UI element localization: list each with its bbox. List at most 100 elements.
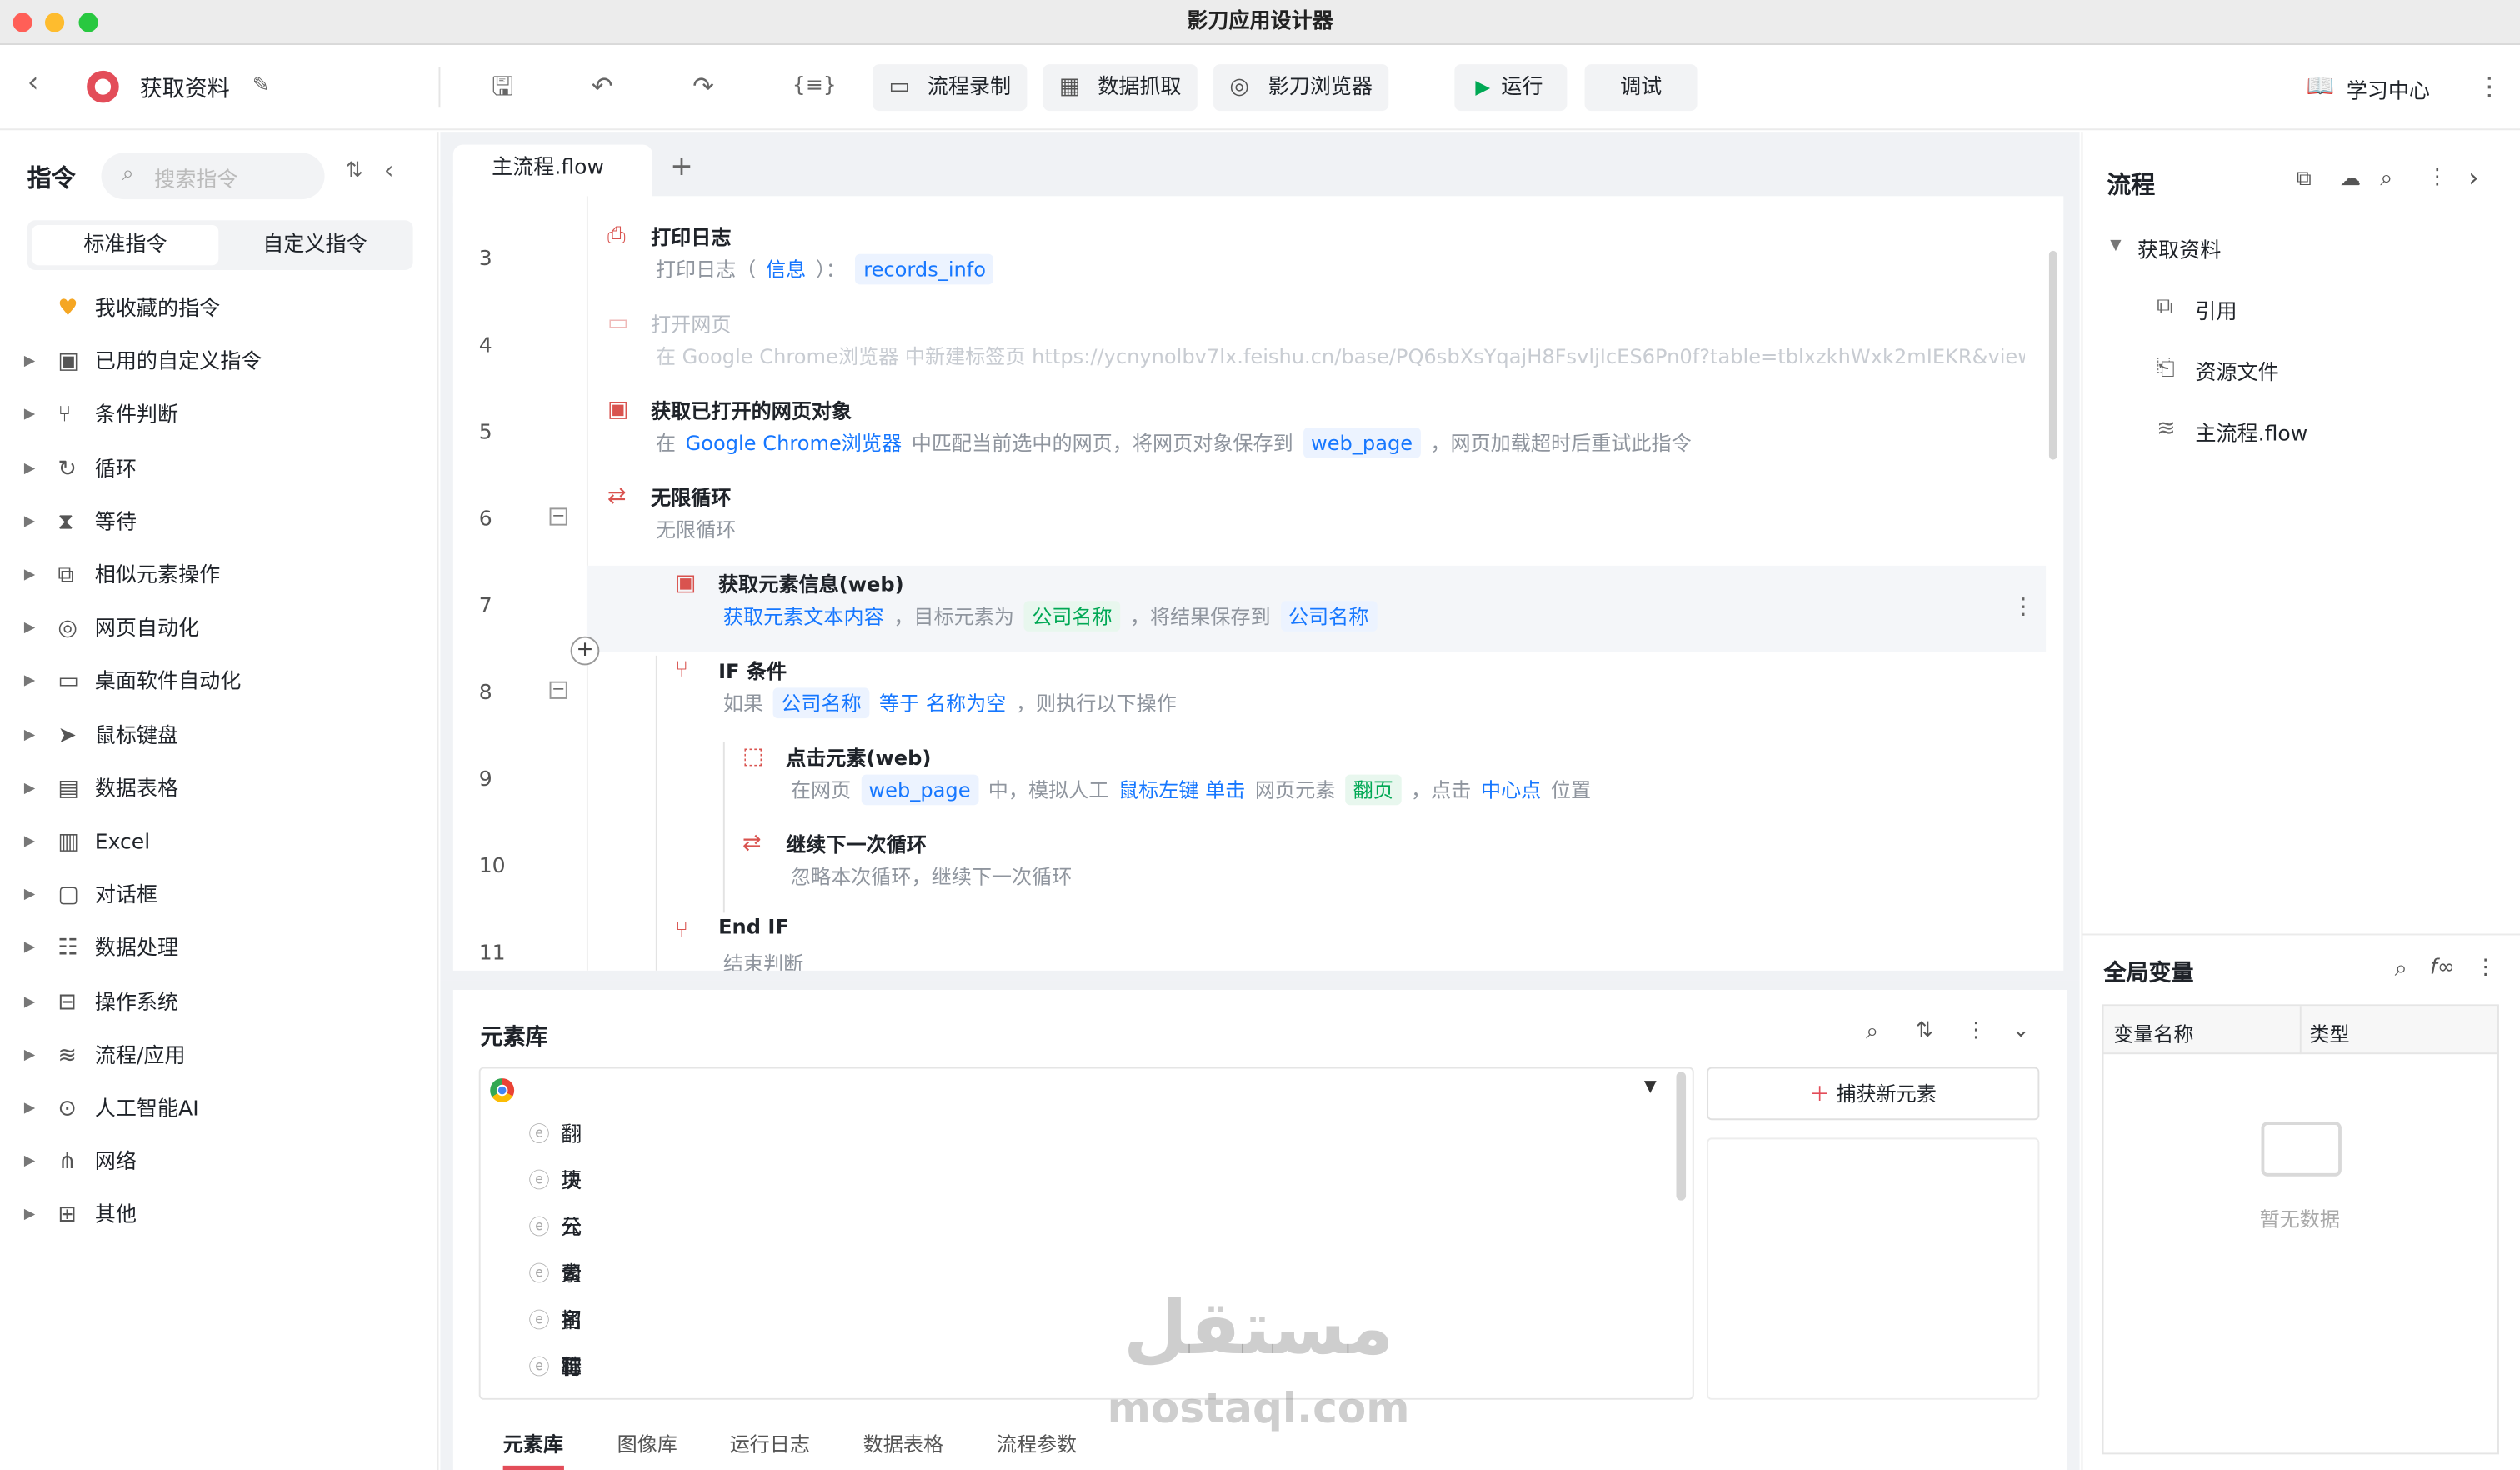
- expand-icon[interactable]: ▶: [24, 1137, 35, 1190]
- debug-button[interactable]: 调试: [1584, 64, 1698, 112]
- command-category[interactable]: ♥ 我收藏的指令: [0, 282, 438, 336]
- collapse-if-icon[interactable]: −: [549, 681, 568, 699]
- command-category[interactable]: ▶ ▢ 对话框: [0, 870, 438, 923]
- command-category[interactable]: ▶ ⧉ 相似元素操作: [0, 550, 438, 603]
- flow-step[interactable]: ⎙ 打印日志 打印日志（ 信息 ）： records_info: [588, 218, 2048, 305]
- variable-chip[interactable]: 公司名称: [772, 688, 870, 719]
- tree-expand-icon[interactable]: ▼: [2110, 238, 2121, 253]
- back-icon[interactable]: ‹: [28, 67, 39, 100]
- sort-icon[interactable]: ⇅: [1916, 1019, 1933, 1043]
- more-icon[interactable]: ⋮: [2427, 166, 2448, 190]
- search-icon[interactable]: ⌕: [2380, 166, 2392, 192]
- flow-tree-main[interactable]: 主流程.flow: [2195, 416, 2308, 447]
- expand-icon[interactable]: ▶: [24, 389, 35, 442]
- flow-step[interactable]: ⑂ IF 条件 如果 公司名称 等于 名称为空 ，则执行以下操作: [588, 652, 2048, 739]
- command-category[interactable]: ▶ ⑂ 条件判断: [0, 389, 438, 442]
- minimize-window-button[interactable]: [44, 12, 65, 32]
- redo-icon[interactable]: ↷: [692, 71, 714, 103]
- command-category[interactable]: ▶ ⧗ 等待: [0, 497, 438, 550]
- expand-icon[interactable]: ▶: [24, 763, 35, 817]
- flow-step[interactable]: ⇄ 继续下一次循环 忽略本次循环，继续下一次循环: [588, 826, 2048, 912]
- param-link[interactable]: 获取元素文本内容: [723, 604, 884, 628]
- command-category[interactable]: ▶ ⊙ 人工智能AI: [0, 1083, 438, 1137]
- save-icon[interactable]: 🖫: [492, 71, 513, 103]
- search-icon[interactable]: ⌕: [2395, 956, 2408, 982]
- expand-icon[interactable]: ▶: [24, 1083, 35, 1137]
- record-button[interactable]: ▭ 流程录制: [872, 64, 1028, 112]
- variable-chip[interactable]: records_info: [855, 253, 994, 285]
- command-category[interactable]: ▶ ≋ 流程/应用: [0, 1030, 438, 1083]
- more-icon[interactable]: ⋮: [1966, 1019, 1987, 1043]
- bottom-tab[interactable]: 数据表格: [863, 1428, 943, 1458]
- add-tab-button[interactable]: +: [670, 151, 692, 183]
- function-icon[interactable]: f∞: [2430, 956, 2455, 980]
- tab-custom[interactable]: 自定义指令: [222, 225, 408, 265]
- param-link[interactable]: 等于 名称为空: [879, 691, 1006, 715]
- close-window-button[interactable]: [12, 12, 32, 32]
- param-link[interactable]: 信息: [766, 258, 806, 282]
- command-category[interactable]: ▶ ◎ 网页自动化: [0, 603, 438, 657]
- param-link[interactable]: Google Chrome浏览器: [686, 431, 902, 455]
- command-category[interactable]: ▶ ⊞ 其他: [0, 1190, 438, 1243]
- search-input[interactable]: ⌕ 搜索指令: [101, 152, 325, 200]
- flow-tree-reference[interactable]: 引用: [2195, 294, 2237, 325]
- dropdown-icon[interactable]: ▼: [1644, 1078, 1657, 1096]
- more-icon[interactable]: ⋮: [2475, 956, 2496, 980]
- chevron-right-icon[interactable]: ›: [2468, 162, 2478, 193]
- learn-center-link[interactable]: 学习中心: [2347, 74, 2430, 104]
- command-category[interactable]: ▶ ↻ 循环: [0, 443, 438, 497]
- search-icon[interactable]: ⌕: [1866, 1019, 1878, 1045]
- variable-chip[interactable]: 公司名称: [1280, 601, 1377, 632]
- expand-icon[interactable]: ▶: [24, 497, 35, 550]
- command-category[interactable]: ▶ ➤ 鼠标键盘: [0, 710, 438, 763]
- expand-icon[interactable]: ▶: [24, 1030, 35, 1083]
- maximize-window-button[interactable]: [78, 12, 98, 32]
- expand-icon[interactable]: ▶: [24, 870, 35, 923]
- flow-step[interactable]: ▣ 获取元素信息(web) 获取元素文本内容 ，目标元素为 公司名称 ，将结果保存到 公司名…: [588, 566, 2048, 652]
- flow-scrollbar[interactable]: [2048, 250, 2058, 460]
- sort-icon[interactable]: ⇅: [346, 159, 363, 183]
- file-tab-main[interactable]: 主流程.flow: [452, 144, 652, 202]
- scrape-button[interactable]: ▦ 数据抓取: [1042, 64, 1198, 112]
- expand-icon[interactable]: ▶: [24, 710, 35, 763]
- variable-chip[interactable]: web_page: [860, 774, 979, 806]
- run-button[interactable]: ▶ 运行: [1454, 64, 1568, 112]
- command-category[interactable]: ▶ ▣ 已用的自定义指令: [0, 336, 438, 389]
- layers-add-icon[interactable]: ⧉: [2297, 168, 2312, 192]
- capture-element-button[interactable]: ＋ 捕获新元素: [1707, 1067, 2040, 1121]
- expand-icon[interactable]: ▶: [24, 550, 35, 603]
- flow-tree-resources[interactable]: 资源文件: [2195, 355, 2278, 386]
- book-icon[interactable]: 📖: [2306, 71, 2334, 103]
- cloud-icon[interactable]: ☁: [2340, 168, 2361, 192]
- collapse-loop-icon[interactable]: −: [549, 508, 568, 526]
- command-category[interactable]: ▶ ⊟ 操作系统: [0, 977, 438, 1030]
- variable-chip[interactable]: web_page: [1302, 427, 1421, 458]
- flow-step[interactable]: ▣ 获取已打开的网页对象在 Google Chrome浏览器 中匹配当前选中的网页，将…: [588, 392, 2048, 479]
- add-step-icon[interactable]: +: [570, 636, 600, 666]
- expand-icon[interactable]: ▶: [24, 923, 35, 977]
- flow-step[interactable]: ⇄ 无限循环 无限循环: [588, 479, 2048, 566]
- expand-icon[interactable]: ▶: [24, 977, 35, 1030]
- chevron-down-icon[interactable]: ⌄: [2012, 1019, 2030, 1043]
- variable-chip[interactable]: 公司名称: [1023, 601, 1121, 632]
- browser-button[interactable]: ◎ 影刀浏览器: [1213, 64, 1389, 112]
- bottom-tab[interactable]: 图像库: [618, 1428, 678, 1458]
- flow-step[interactable]: ⬚ 点击元素(web) 在网页 web_page 中，模拟人工 鼠标左键 单击 网页元素 翻页…: [588, 739, 2048, 826]
- tree-scrollbar[interactable]: [1676, 1072, 1687, 1201]
- expand-icon[interactable]: ▶: [24, 603, 35, 657]
- command-category[interactable]: ▶ ☷ 数据处理: [0, 923, 438, 977]
- expand-icon[interactable]: ▶: [24, 657, 35, 710]
- more-icon[interactable]: ⋮: [2477, 71, 2502, 103]
- command-category[interactable]: ▶ ⋔ 网络: [0, 1137, 438, 1190]
- collapse-icon[interactable]: ‹: [384, 156, 394, 185]
- bottom-tab[interactable]: 运行日志: [730, 1428, 810, 1458]
- command-category[interactable]: ▶ ▭ 桌面软件自动化: [0, 657, 438, 710]
- param-link[interactable]: 鼠标左键 单击: [1118, 778, 1245, 802]
- bottom-tab[interactable]: 流程参数: [997, 1428, 1077, 1458]
- command-category[interactable]: ▶ ▥ Excel: [0, 817, 438, 870]
- tab-standard[interactable]: 标准指令: [32, 224, 219, 266]
- expand-icon[interactable]: ▶: [24, 336, 35, 389]
- expand-icon[interactable]: ▶: [24, 817, 35, 870]
- bottom-tab[interactable]: 元素库: [503, 1428, 563, 1458]
- expand-icon[interactable]: ▶: [24, 443, 35, 497]
